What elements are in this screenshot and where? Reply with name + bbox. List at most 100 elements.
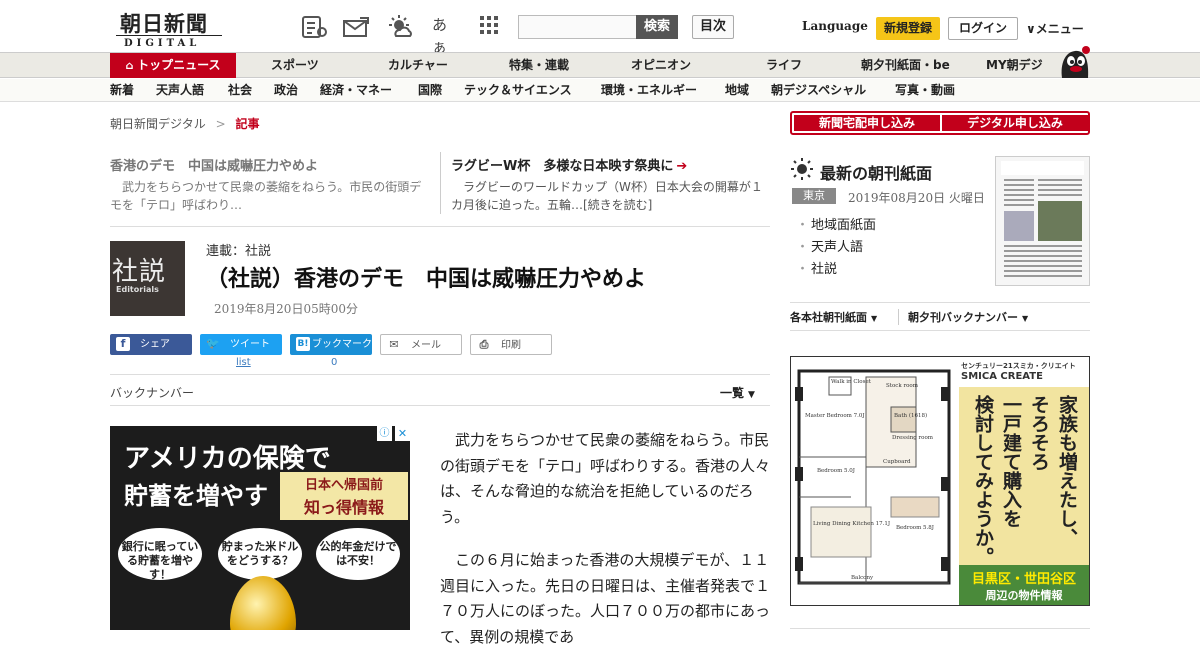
- paper-date: 2019年08月20日 火曜日: [848, 191, 985, 205]
- ad-box-line1: 日本へ帰国前: [304, 478, 383, 493]
- room-label: Bedroom 5.0J: [817, 468, 855, 474]
- editorial-badge[interactable]: 社説 Editorials: [110, 241, 185, 316]
- search-button[interactable]: 検索: [636, 15, 678, 39]
- newspaper-icon[interactable]: [300, 14, 328, 40]
- ad-copy: 一戸建て購入を: [1000, 395, 1022, 528]
- related-2-title[interactable]: ラグビーW杯 多様な日本映す祭典に ➔: [451, 155, 687, 174]
- paper-link[interactable]: 天声人語: [796, 236, 863, 255]
- article-paragraph: この６月に始まった香港の大規模デモが、１１週目に入った。先日の日曜日は、主催者発…: [440, 551, 771, 646]
- close-icon[interactable]: ✕: [395, 426, 410, 441]
- share-label: シェア: [140, 339, 170, 350]
- nav-features[interactable]: 特集・連載: [509, 53, 569, 78]
- twitter-count[interactable]: list: [236, 357, 251, 368]
- article-body: 武力をちらつかせて民衆の萎縮をねらう。市民の街頭デモを「テロ」呼ばわりする。香港…: [440, 428, 770, 668]
- nav-culture[interactable]: カルチャー: [388, 53, 448, 78]
- divider: [110, 405, 770, 406]
- related-2-label: ラグビーW杯 多様な日本映す祭典に: [451, 159, 674, 174]
- backnumber-dropdown[interactable]: 朝夕刊バックナンバー ▼: [898, 309, 1028, 325]
- insurance-ad[interactable]: アメリカの保険で 貯蓄を増やす 日本へ帰国前 知っ得情報 銀行に眠っている貯蓄を…: [110, 426, 410, 630]
- register-button[interactable]: 新規登録: [876, 17, 940, 40]
- nav2-economy[interactable]: 経済・マネー: [320, 79, 392, 102]
- nav2-region[interactable]: 地域: [725, 79, 749, 102]
- login-button[interactable]: ログイン: [948, 17, 1018, 40]
- subscribe-box: 新聞宅配申し込み デジタル申し込み: [790, 111, 1090, 135]
- nav2-special[interactable]: 朝デジスペシャル: [771, 79, 866, 102]
- backnumber-list-dropdown[interactable]: 一覧 ▼: [720, 384, 755, 401]
- breadcrumb-sep: >: [215, 117, 226, 131]
- brand-line-1: センチュリー21スミカ・クリエイト: [961, 362, 1076, 370]
- room-label: Dressing room: [892, 435, 934, 441]
- hatena-count[interactable]: 0: [331, 357, 337, 368]
- divider: [790, 330, 1090, 331]
- nav2-environment[interactable]: 環境・エネルギー: [601, 79, 697, 102]
- divider: [790, 628, 1090, 629]
- nav2-new[interactable]: 新着: [110, 79, 134, 102]
- related-1-title[interactable]: 香港のデモ 中国は威嚇圧力やめよ: [110, 155, 318, 174]
- ad-copy: 検討してみようか。: [972, 395, 994, 566]
- logo-sub: DIGITAL: [124, 38, 201, 49]
- hatena-icon: B!: [296, 337, 310, 351]
- mail-share-button[interactable]: ✉ メール: [380, 334, 462, 355]
- floor-plan-image: Walk in Closet Master Bedroom 7.0J Bedro…: [791, 357, 959, 605]
- nav-paper[interactable]: 朝夕刊紙面・be: [861, 53, 950, 78]
- nav-life[interactable]: ライフ: [766, 53, 802, 78]
- dropdown-label: 各本社朝刊紙面: [790, 311, 867, 324]
- nav-sports[interactable]: スポーツ: [271, 53, 319, 78]
- caret-down-icon: ▼: [1022, 314, 1029, 323]
- ad-box: 日本へ帰国前 知っ得情報: [280, 472, 408, 520]
- sun-icon: [790, 157, 814, 181]
- nav2-society[interactable]: 社会: [228, 79, 252, 102]
- ad-copy: 家族も増えたし、: [1056, 395, 1078, 547]
- asahi-logo[interactable]: 朝日新聞 DIGITAL: [110, 8, 228, 49]
- nav2-politics[interactable]: 政治: [274, 79, 298, 102]
- mascot-icon[interactable]: [1057, 44, 1091, 78]
- nav2-tech[interactable]: テック＆サイエンス: [464, 79, 572, 102]
- paper-link[interactable]: 地域面紙面: [796, 214, 876, 233]
- room-label: Stock room: [886, 383, 919, 389]
- menu-button[interactable]: ∨メニュー: [1026, 20, 1084, 37]
- brand-line-2: SMICA CREATE: [961, 371, 1043, 382]
- divider: [790, 302, 1090, 303]
- twitter-share-button[interactable]: 🐦 ツイート: [200, 334, 282, 355]
- nav-label: トップニュース: [137, 58, 221, 72]
- room-label: Balcony: [851, 575, 874, 581]
- weather-icon[interactable]: [386, 14, 414, 40]
- toc-button[interactable]: 目次: [692, 15, 734, 39]
- ad-headline-1: アメリカの保険で: [124, 444, 331, 474]
- facebook-share-button[interactable]: f シェア: [110, 334, 192, 355]
- breadcrumb-home[interactable]: 朝日新聞デジタル: [110, 117, 206, 131]
- hatena-bookmark-button[interactable]: B! ブックマーク: [290, 334, 372, 355]
- adchoices-icon[interactable]: ⓘ: [377, 426, 392, 441]
- ad-bubble: 貯まった米ドルをどうする？: [218, 528, 302, 580]
- site-header: 朝日新聞 DIGITAL あぁ 検索 目次 Language 新規登録 ログイン…: [0, 0, 1200, 56]
- century21-logo: センチュリー21スミカ・クリエイト SMICA CREATE: [959, 357, 1089, 387]
- subscribe-digital-button[interactable]: デジタル申し込み: [942, 115, 1088, 131]
- nav-opinion[interactable]: オピニオン: [631, 53, 691, 78]
- series-label[interactable]: 連載：社説: [206, 240, 271, 259]
- language-link[interactable]: Language: [802, 19, 868, 33]
- mail-icon[interactable]: [342, 14, 370, 40]
- print-button[interactable]: ⎙ 印刷: [470, 334, 552, 355]
- nav2-tensei[interactable]: 天声人語: [156, 79, 204, 102]
- nav2-international[interactable]: 国際: [418, 79, 442, 102]
- nav2-photo[interactable]: 写真・動画: [895, 79, 955, 102]
- regional-paper-dropdown[interactable]: 各本社朝刊紙面 ▼: [790, 309, 877, 325]
- badge-en: Editorials: [116, 285, 159, 294]
- font-size-icon[interactable]: あぁ: [432, 14, 460, 56]
- article-paragraph: 武力をちらつかせて民衆の萎縮をねらう。市民の街頭デモを「テロ」呼ばわりする。香港…: [440, 431, 771, 526]
- printer-icon: ⎙: [479, 338, 489, 351]
- real-estate-ad[interactable]: Walk in Closet Master Bedroom 7.0J Bedro…: [790, 356, 1090, 606]
- home-icon: ⌂: [125, 59, 138, 72]
- bookmark-label: ブックマーク: [312, 339, 372, 350]
- subscribe-paper-button[interactable]: 新聞宅配申し込み: [794, 115, 940, 131]
- latest-paper-title[interactable]: 最新の朝刊紙面: [820, 160, 932, 184]
- primary-nav: ⌂ トップニュース スポーツ カルチャー 特集・連載 オピニオン ライフ 朝夕刊…: [0, 52, 1200, 78]
- logo-main: 朝日新聞: [120, 11, 208, 36]
- divider: [110, 374, 770, 375]
- dropdown-label: 朝夕刊バックナンバー: [908, 311, 1018, 324]
- grid-icon[interactable]: [478, 14, 506, 40]
- newspaper-thumbnail[interactable]: [995, 156, 1090, 286]
- paper-link[interactable]: 社説: [796, 258, 837, 277]
- nav-top-news[interactable]: ⌂ トップニュース: [110, 53, 236, 78]
- nav-my-asahi[interactable]: MY朝デジ: [986, 53, 1043, 78]
